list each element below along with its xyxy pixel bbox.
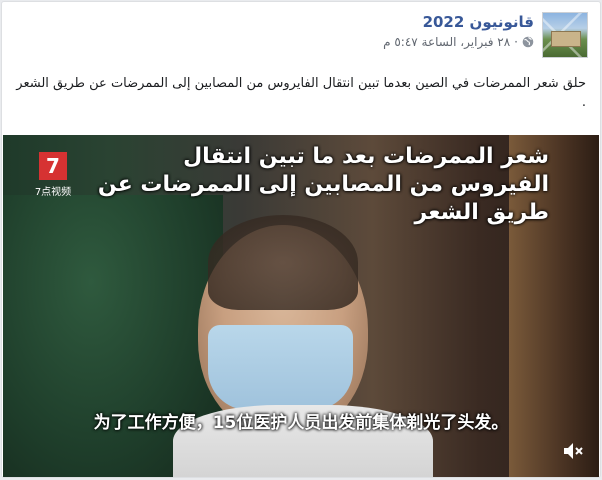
post-date[interactable]: ٢٨ فبراير، الساعة ٥:٤٧ م	[383, 35, 510, 49]
post-header-text: قانونيون 2022 ٢٨ فبراير، الساعة ٥:٤٧ م ·	[383, 12, 534, 49]
post-text: حلق شعر الممرضات في الصين بعدما تبين انت…	[16, 76, 586, 110]
post-header: قانونيون 2022 ٢٨ فبراير، الساعة ٥:٤٧ م ·	[383, 12, 588, 58]
video-channel-logo: 7 7点视频	[31, 149, 75, 201]
page-name-link[interactable]: قانونيون 2022	[383, 12, 534, 32]
meta-separator: ·	[514, 35, 518, 49]
speaker-muted-icon[interactable]	[561, 439, 585, 463]
logo-mark: 7	[39, 152, 67, 180]
video-player[interactable]: 7 7点视频 شعر الممرضات بعد ما تبين انتقال ا…	[3, 135, 599, 477]
globe-icon[interactable]	[522, 36, 534, 48]
video-caption-chinese: 为了工作方便，15位医护人员出发前集体剃光了头发。	[93, 413, 509, 433]
video-caption-arabic: شعر الممرضات بعد ما تبين انتقال الفيروس …	[97, 144, 549, 225]
page-avatar[interactable]	[542, 12, 588, 58]
video-face-mask	[208, 325, 353, 410]
post-meta: ٢٨ فبراير، الساعة ٥:٤٧ م ·	[383, 35, 534, 49]
facebook-post: قانونيون 2022 ٢٨ فبراير، الساعة ٥:٤٧ م ·…	[1, 1, 601, 478]
video-nurse-hair	[208, 215, 358, 310]
logo-text: 7点视频	[34, 187, 72, 198]
